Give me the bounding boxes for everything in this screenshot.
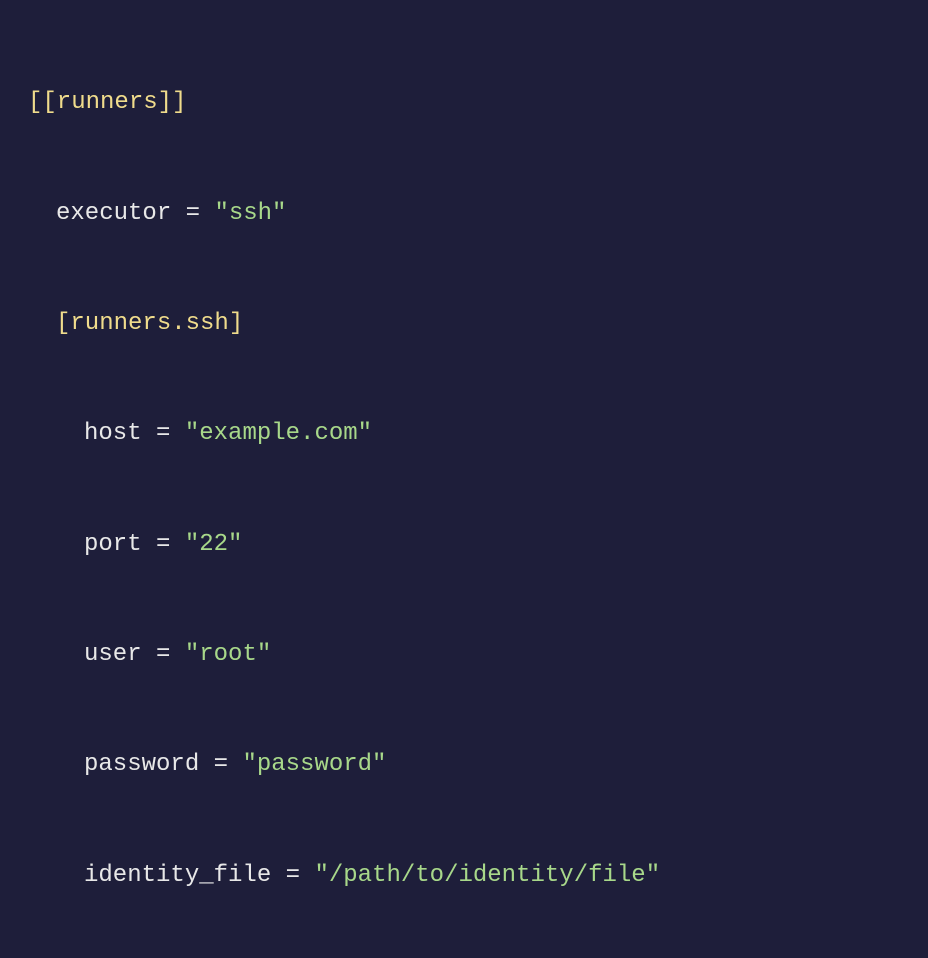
toml-config-code: [[runners]] executor = "ssh" [runners.ss… bbox=[28, 20, 900, 958]
value-identity-file: "/path/to/identity/file" bbox=[314, 862, 660, 889]
code-line-password: password = "password" bbox=[28, 737, 900, 792]
code-line-section-ssh: [runners.ssh] bbox=[28, 296, 900, 351]
key-password: password bbox=[84, 751, 199, 778]
key-host: host bbox=[84, 420, 142, 447]
value-executor: "ssh" bbox=[214, 200, 286, 227]
key-user: user bbox=[84, 641, 142, 668]
operator-eq: = bbox=[142, 420, 185, 447]
value-password: "password" bbox=[242, 751, 386, 778]
code-line-user: user = "root" bbox=[28, 627, 900, 682]
code-line-identity-file: identity_file = "/path/to/identity/file" bbox=[28, 848, 900, 903]
key-identity-file: identity_file bbox=[84, 862, 271, 889]
value-user: "root" bbox=[185, 641, 271, 668]
key-executor: executor bbox=[56, 200, 171, 227]
code-line-port: port = "22" bbox=[28, 517, 900, 572]
section-header-ssh: [runners.ssh] bbox=[56, 310, 243, 337]
operator-eq: = bbox=[271, 862, 314, 889]
operator-eq: = bbox=[199, 751, 242, 778]
code-line-section-runners: [[runners]] bbox=[28, 75, 900, 130]
operator-eq: = bbox=[142, 531, 185, 558]
code-line-executor: executor = "ssh" bbox=[28, 186, 900, 241]
value-host: "example.com" bbox=[185, 420, 372, 447]
value-port: "22" bbox=[185, 531, 243, 558]
operator-eq: = bbox=[142, 641, 185, 668]
section-header-runners: [[runners]] bbox=[28, 89, 186, 116]
operator-eq: = bbox=[171, 200, 214, 227]
key-port: port bbox=[84, 531, 142, 558]
code-line-host: host = "example.com" bbox=[28, 406, 900, 461]
